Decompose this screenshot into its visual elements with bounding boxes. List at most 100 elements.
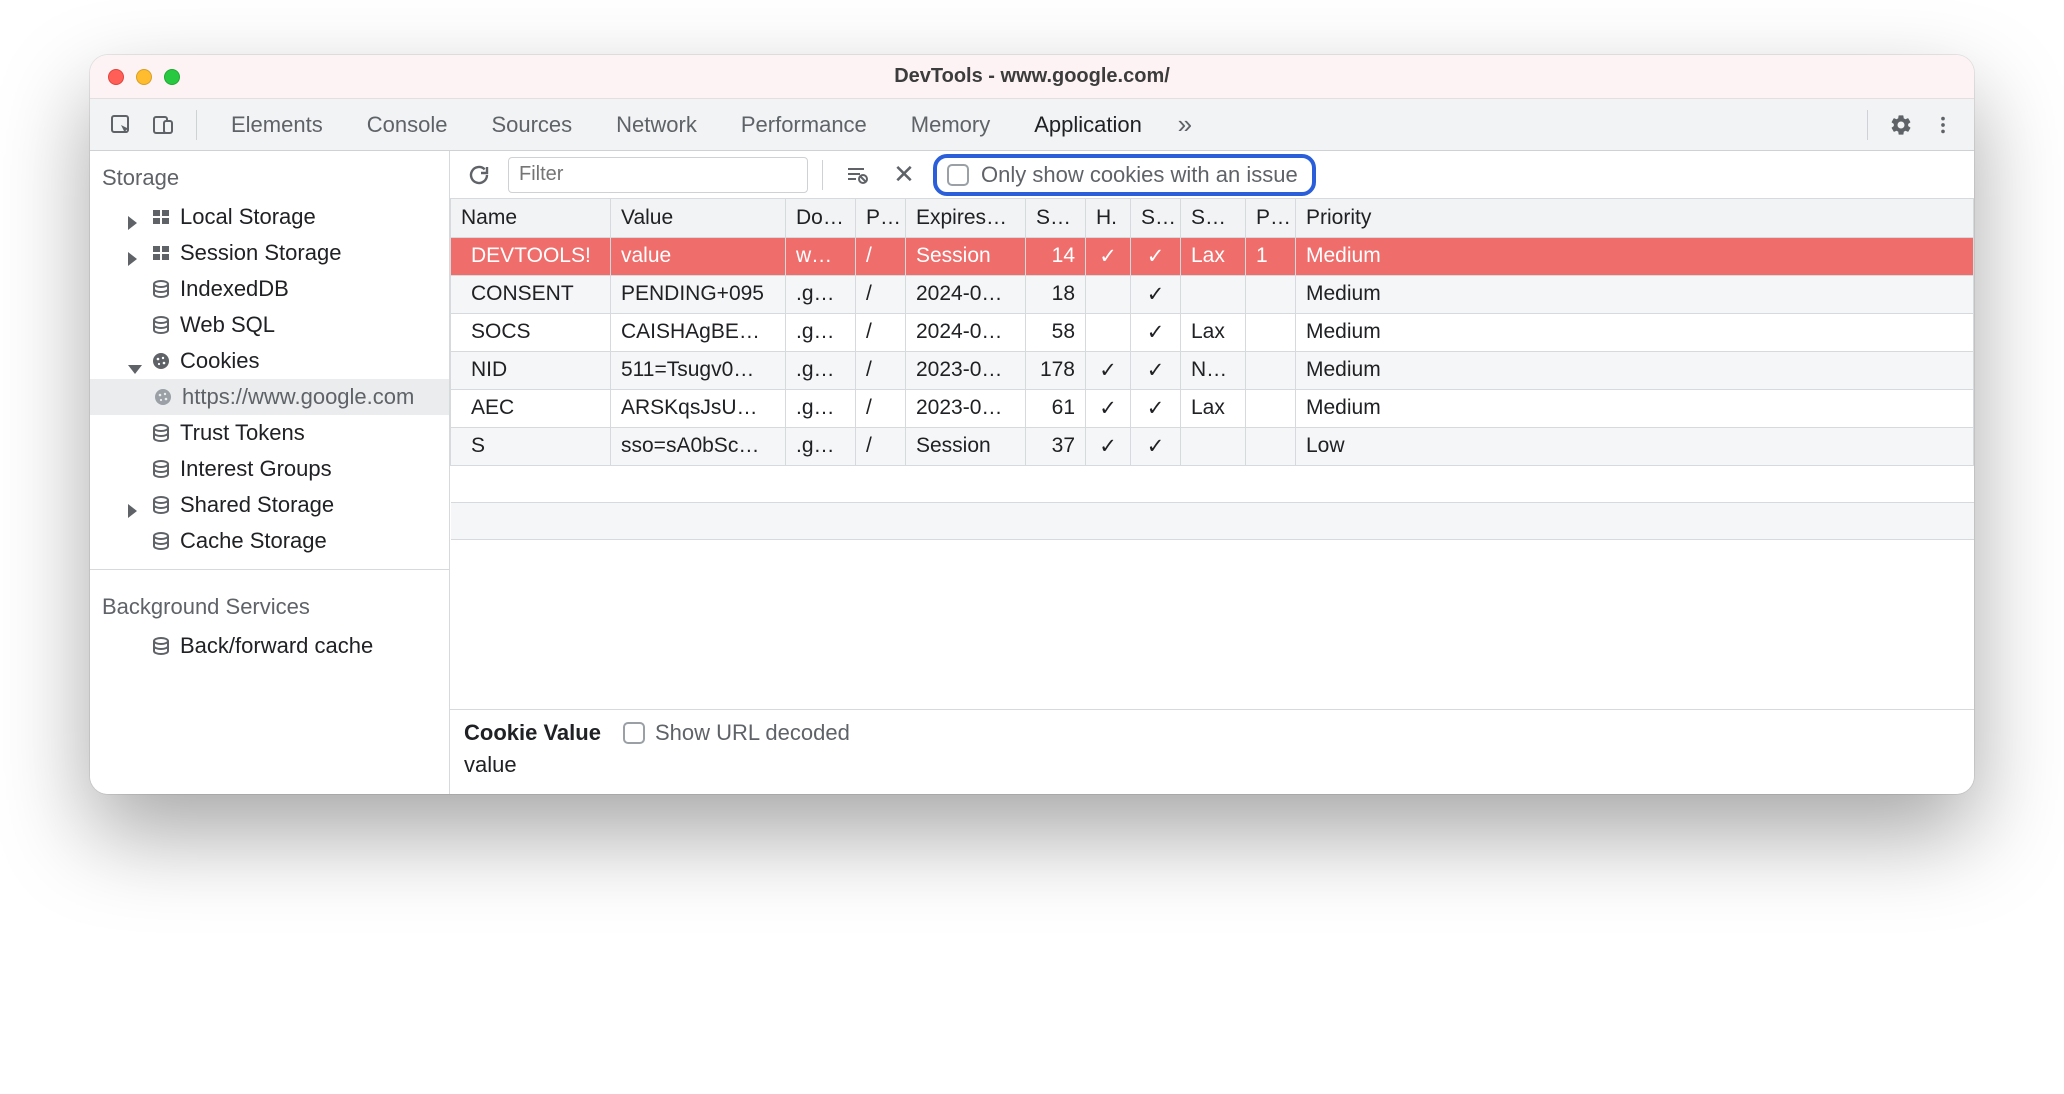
cell-path[interactable]: / <box>856 351 906 389</box>
cell-secure[interactable]: ✓ <box>1131 389 1181 427</box>
cell-samesite[interactable]: No… <box>1181 351 1246 389</box>
cell-value[interactable]: sso=sA0bSc… <box>611 427 786 465</box>
cell-secure[interactable]: ✓ <box>1131 351 1181 389</box>
cell-secure[interactable]: ✓ <box>1131 313 1181 351</box>
inspect-element-icon[interactable] <box>102 106 140 144</box>
sidebar-item-back-forward-cache[interactable]: Back/forward cache <box>90 628 449 664</box>
sidebar-item-local-storage[interactable]: Local Storage <box>90 199 449 235</box>
cookies-grid[interactable]: Name Value Do… P… Expires… Size H. S… Sa… <box>450 199 1974 709</box>
cell-samesite[interactable] <box>1181 427 1246 465</box>
cell-path[interactable]: / <box>856 313 906 351</box>
col-path[interactable]: P… <box>856 199 906 237</box>
col-expires[interactable]: Expires… <box>906 199 1026 237</box>
cell-secure[interactable]: ✓ <box>1131 275 1181 313</box>
sidebar-item-web-sql[interactable]: Web SQL <box>90 307 449 343</box>
sidebar-item-trust-tokens[interactable]: Trust Tokens <box>90 415 449 451</box>
cell-httponly[interactable]: ✓ <box>1086 351 1131 389</box>
cell-path[interactable]: / <box>856 389 906 427</box>
cell-name[interactable]: CONSENT <box>451 275 611 313</box>
kebab-menu-icon[interactable] <box>1924 106 1962 144</box>
device-toggle-icon[interactable] <box>144 106 182 144</box>
expand-icon[interactable] <box>128 246 142 260</box>
cell-size[interactable]: 37 <box>1026 427 1086 465</box>
tab-elements[interactable]: Elements <box>211 99 343 150</box>
maximize-window-button[interactable] <box>164 69 180 85</box>
tab-application[interactable]: Application <box>1014 99 1162 150</box>
close-window-button[interactable] <box>108 69 124 85</box>
more-tabs-icon[interactable]: » <box>1166 106 1204 144</box>
table-header-row[interactable]: Name Value Do… P… Expires… Size H. S… Sa… <box>451 199 1974 237</box>
refresh-icon[interactable] <box>460 156 498 194</box>
cell-httponly[interactable] <box>1086 313 1131 351</box>
table-row[interactable]: Ssso=sA0bSc….go…/Session37✓✓Low <box>451 427 1974 465</box>
cell-domain[interactable]: ww… <box>786 237 856 275</box>
cell-expires[interactable]: 2023-0… <box>906 351 1026 389</box>
table-row[interactable]: SOCSCAISHAgBE….go…/2024-0…58✓LaxMedium <box>451 313 1974 351</box>
cell-value[interactable]: value <box>611 237 786 275</box>
cell-priority[interactable]: Low <box>1296 427 1974 465</box>
sidebar-item-cookies[interactable]: Cookies <box>90 343 449 379</box>
table-row[interactable]: AECARSKqsJsU….go…/2023-0…61✓✓LaxMedium <box>451 389 1974 427</box>
expand-icon[interactable] <box>128 210 142 224</box>
sidebar-item-interest-groups[interactable]: Interest Groups <box>90 451 449 487</box>
cell-path[interactable]: / <box>856 275 906 313</box>
cell-size[interactable]: 178 <box>1026 351 1086 389</box>
cell-domain[interactable]: .go… <box>786 351 856 389</box>
cell-partition[interactable] <box>1246 389 1296 427</box>
cell-priority[interactable]: Medium <box>1296 313 1974 351</box>
cell-domain[interactable]: .go… <box>786 389 856 427</box>
sidebar-item-indexeddb[interactable]: IndexedDB <box>90 271 449 307</box>
cell-partition[interactable] <box>1246 313 1296 351</box>
cell-size[interactable]: 61 <box>1026 389 1086 427</box>
cell-priority[interactable]: Medium <box>1296 237 1974 275</box>
cell-domain[interactable]: .go… <box>786 313 856 351</box>
cell-value[interactable]: ARSKqsJsU… <box>611 389 786 427</box>
cell-path[interactable]: / <box>856 427 906 465</box>
cell-domain[interactable]: .go… <box>786 275 856 313</box>
tab-console[interactable]: Console <box>347 99 468 150</box>
cell-priority[interactable]: Medium <box>1296 351 1974 389</box>
cell-name[interactable]: S <box>451 427 611 465</box>
col-name[interactable]: Name <box>451 199 611 237</box>
cell-samesite[interactable]: Lax <box>1181 389 1246 427</box>
cell-partition[interactable] <box>1246 275 1296 313</box>
col-httponly[interactable]: H. <box>1086 199 1131 237</box>
col-secure[interactable]: S… <box>1131 199 1181 237</box>
sidebar-item-shared-storage[interactable]: Shared Storage <box>90 487 449 523</box>
col-domain[interactable]: Do… <box>786 199 856 237</box>
cell-httponly[interactable] <box>1086 275 1131 313</box>
checkbox-icon[interactable] <box>623 722 645 744</box>
cell-priority[interactable]: Medium <box>1296 389 1974 427</box>
clear-all-icon[interactable] <box>837 156 875 194</box>
cell-expires[interactable]: 2023-0… <box>906 389 1026 427</box>
tab-memory[interactable]: Memory <box>891 99 1010 150</box>
cell-value[interactable]: 511=Tsugv0… <box>611 351 786 389</box>
table-row[interactable]: CONSENTPENDING+095.go…/2024-0…18 ✓ Medium <box>451 275 1974 313</box>
cell-expires[interactable]: 2024-0… <box>906 275 1026 313</box>
cell-value[interactable]: CAISHAgBE… <box>611 313 786 351</box>
table-row[interactable]: NID511=Tsugv0….go…/2023-0…178✓✓No…Medium <box>451 351 1974 389</box>
cell-size[interactable]: 14 <box>1026 237 1086 275</box>
delete-icon[interactable]: ✕ <box>885 156 923 194</box>
cell-httponly[interactable]: ✓ <box>1086 427 1131 465</box>
tab-performance[interactable]: Performance <box>721 99 887 150</box>
tab-network[interactable]: Network <box>596 99 717 150</box>
checkbox-icon[interactable] <box>947 164 969 186</box>
tab-sources[interactable]: Sources <box>471 99 592 150</box>
sidebar-item-cookies-origin[interactable]: https://www.google.com <box>90 379 449 415</box>
cell-partition[interactable] <box>1246 427 1296 465</box>
sidebar-item-cache-storage[interactable]: Cache Storage <box>90 523 449 559</box>
cell-size[interactable]: 18 <box>1026 275 1086 313</box>
show-url-decoded-checkbox[interactable]: Show URL decoded <box>623 720 850 746</box>
cell-expires[interactable]: Session <box>906 427 1026 465</box>
cell-size[interactable]: 58 <box>1026 313 1086 351</box>
cell-name[interactable]: DEVTOOLS! <box>451 237 611 275</box>
cell-samesite[interactable]: Lax <box>1181 237 1246 275</box>
filter-input[interactable] <box>508 157 808 193</box>
cell-priority[interactable]: Medium <box>1296 275 1974 313</box>
cell-httponly[interactable]: ✓ <box>1086 389 1131 427</box>
cell-value[interactable]: PENDING+095 <box>611 275 786 313</box>
collapse-icon[interactable] <box>128 354 142 368</box>
only-issue-checkbox[interactable]: Only show cookies with an issue <box>933 154 1316 196</box>
cell-partition[interactable]: 1 <box>1246 237 1296 275</box>
